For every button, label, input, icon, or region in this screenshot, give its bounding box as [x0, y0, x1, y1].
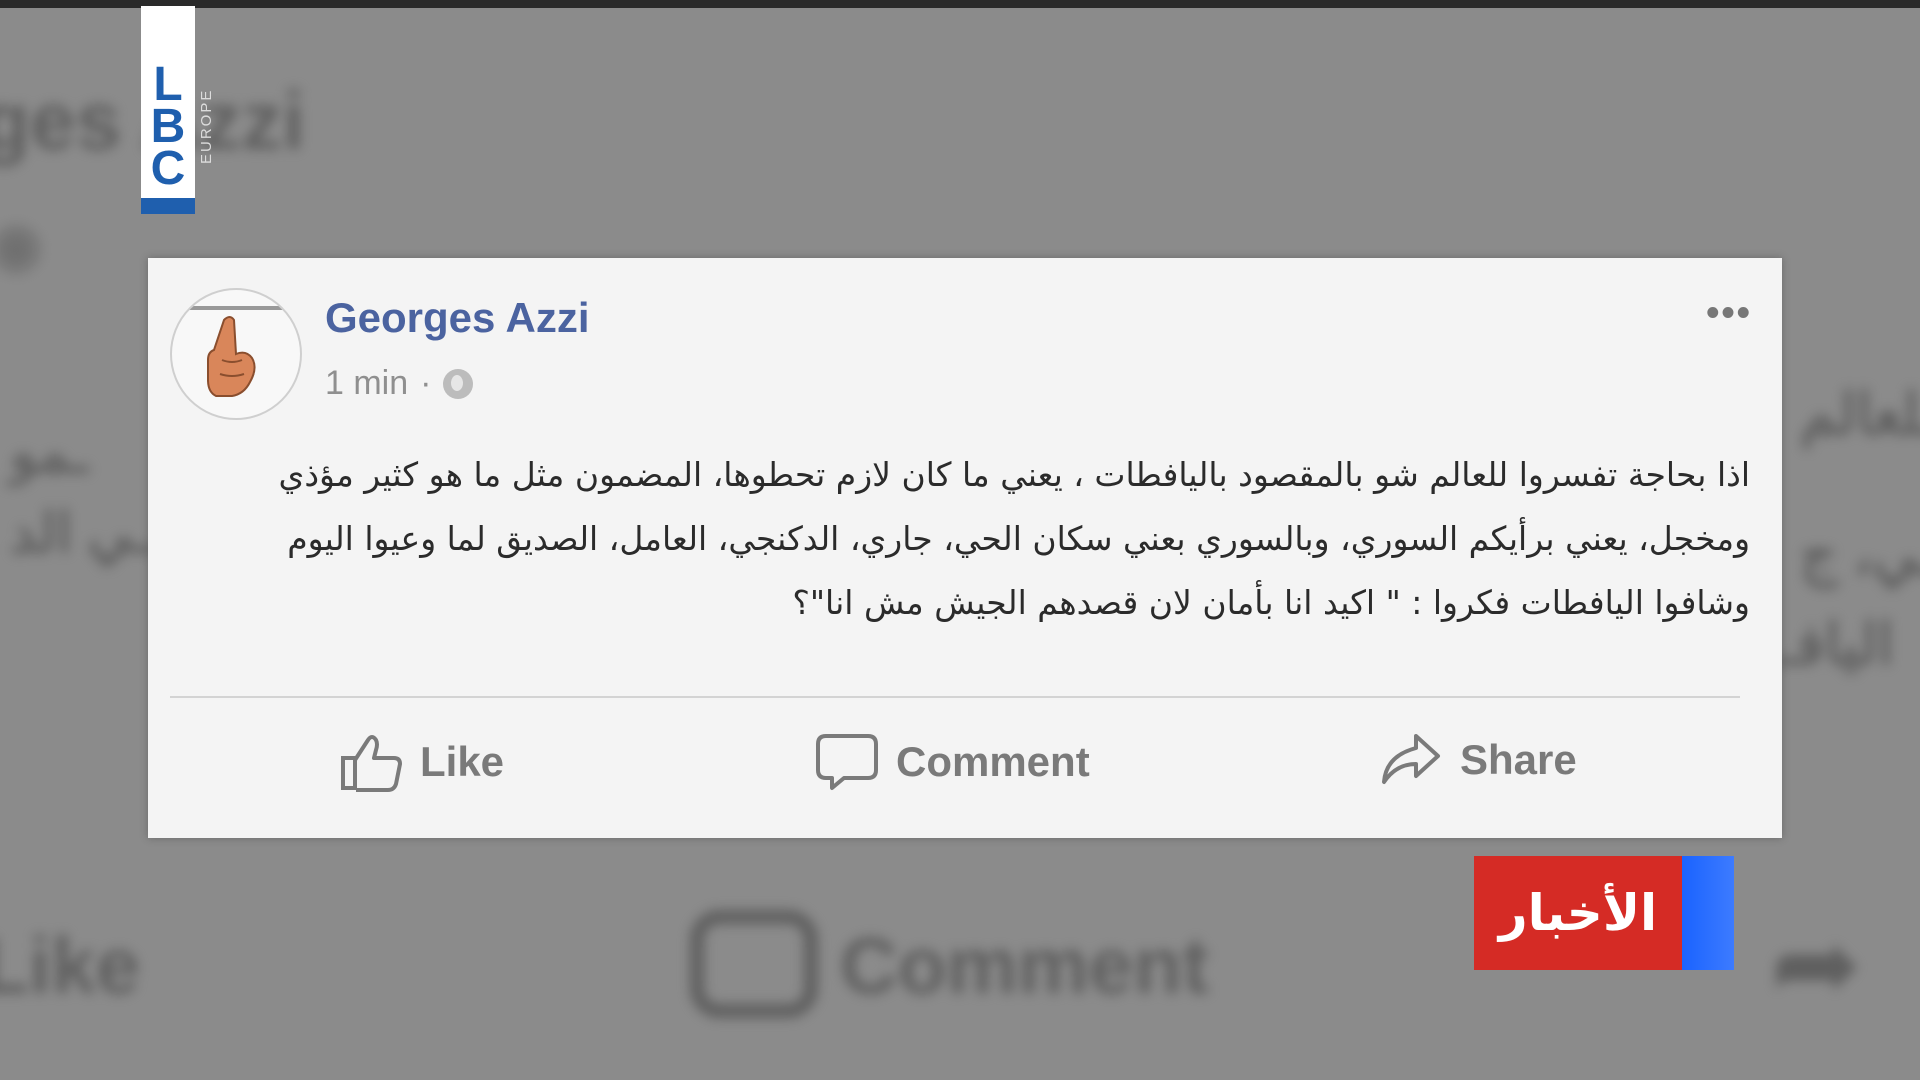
like-label: Like: [420, 738, 505, 785]
comment-label: Comment: [896, 738, 1090, 785]
lbc-logo: L B C: [141, 6, 195, 214]
bg-arabic-line: ـمو: [10, 421, 88, 484]
like-button[interactable]: Like: [340, 732, 504, 792]
bg-arabic-line: اليافـ: [1780, 612, 1894, 677]
lbc-logo-letters: L B C: [141, 61, 195, 195]
comment-button[interactable]: Comment: [816, 732, 1090, 792]
share-label: Share: [1460, 736, 1577, 783]
logo-letter: C: [150, 142, 186, 195]
news-label: الأخبار: [1474, 856, 1682, 970]
avatar[interactable]: [170, 288, 302, 420]
logo-europe-text: EUROPE: [198, 88, 215, 164]
post-divider: [170, 696, 1740, 698]
thumbs-up-avatar-icon: [186, 306, 286, 397]
post-time[interactable]: 1 min: [325, 364, 408, 403]
bg-share-icon: ➦: [1770, 903, 1863, 1026]
news-badge: الأخبار: [1474, 856, 1734, 970]
share-button[interactable]: Share: [1380, 732, 1577, 788]
logo-stripe: [141, 198, 195, 214]
comment-bubble-icon: [816, 734, 878, 790]
share-arrow-icon: [1382, 734, 1440, 784]
news-badge-stripe: [1682, 856, 1734, 970]
bg-time: ◉: [0, 211, 43, 278]
globe-icon: [443, 368, 474, 399]
bg-like-label: Like: [0, 921, 141, 1010]
meta-separator: ·: [420, 364, 432, 402]
bg-arabic-line: ـي الد: [10, 501, 151, 564]
post-author-name[interactable]: Georges Azzi: [325, 294, 590, 342]
more-options-icon[interactable]: •••: [1706, 292, 1752, 335]
post-body-text: اذا بحاجة تفسروا للعالم شو بالمقصود بالي…: [278, 455, 1751, 622]
thumbs-up-icon: [341, 735, 402, 792]
facebook-post-card: Georges Azzi 1 min · ••• اذا بحاجة تفسرو…: [148, 258, 1782, 838]
bg-arabic-line: ـي، ج: [1800, 522, 1920, 587]
bg-comment-icon: [690, 910, 818, 1018]
bg-arabic-line: ـلعالم: [1800, 382, 1920, 447]
post-actions: Like Comment Share: [148, 710, 1782, 820]
bg-comment-label: Comment: [840, 921, 1209, 1010]
post-meta: 1 min ·: [325, 364, 474, 403]
